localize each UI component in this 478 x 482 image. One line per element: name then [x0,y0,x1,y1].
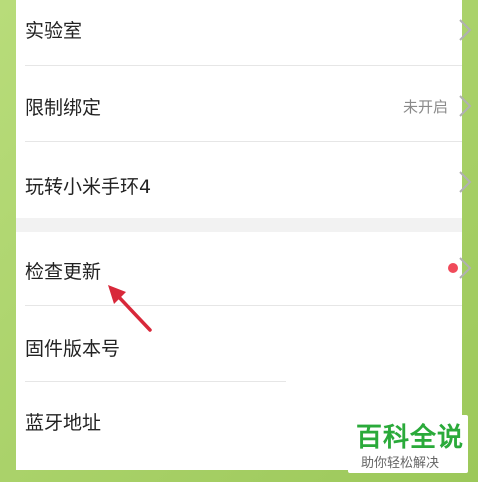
row-label: 玩转小米手环4 [25,176,152,198]
row-label: 检查更新 [25,261,102,283]
settings-row-restrict-binding[interactable]: 限制绑定 未开启 [16,66,462,142]
section-separator [16,218,462,232]
chevron-right-icon [459,171,472,193]
baike-watermark-logo: 百科全说 助你轻松解决 [348,415,468,473]
watermark-subtitle: 助你轻松解决 [361,456,440,471]
settings-row-firmware-version[interactable]: 固件版本号 [16,306,462,382]
row-label: 实验室 [25,20,83,42]
chevron-right-icon [459,95,472,117]
settings-row-mi-band-guide[interactable]: 玩转小米手环4 [16,142,462,218]
chevron-right-icon [459,19,472,41]
row-label: 蓝牙地址 [25,412,102,434]
chevron-right-icon [459,257,472,279]
annotation-arrow-icon [108,285,152,332]
settings-row-lab[interactable]: 实验室 [16,0,462,66]
watermark-title: 百科全说 [356,423,465,453]
settings-screen: 实验室 限制绑定 未开启 玩转小米手环4 检查更新 固件版本号 蓝牙地址 [16,0,462,470]
settings-row-check-update[interactable]: 检查更新 [16,232,462,306]
restrict-binding-status: 未开启 [402,98,448,116]
row-label: 限制绑定 [25,97,102,119]
